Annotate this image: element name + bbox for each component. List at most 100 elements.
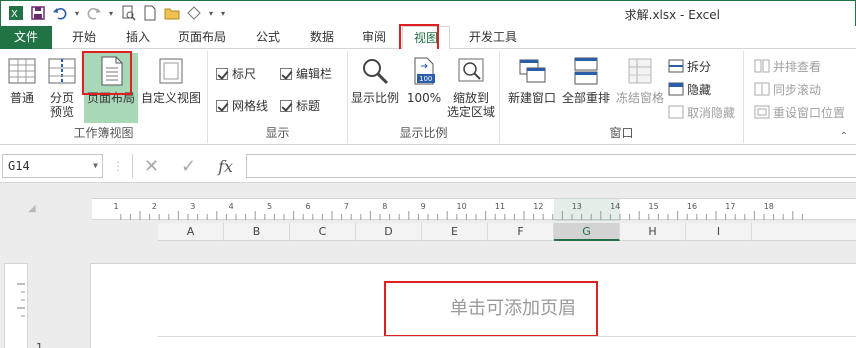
- sync-scroll-icon: [754, 82, 770, 96]
- formula-bar: G14 ▼ ⋮ ✕ ✓ fx: [0, 151, 856, 181]
- collapse-ribbon-icon[interactable]: ⌃: [840, 131, 848, 142]
- column-headers: ABCDEFGHI: [158, 223, 856, 241]
- vertical-ruler: [4, 263, 28, 348]
- ruler-number: 8: [382, 202, 387, 211]
- formula-bar-checkbox[interactable]: 编辑栏: [280, 65, 332, 82]
- insert-function-icon[interactable]: fx: [218, 157, 233, 176]
- group-label-zoom: 显示比例: [399, 126, 448, 140]
- name-box[interactable]: G14 ▼: [2, 154, 103, 178]
- tab-formulas[interactable]: 公式: [246, 26, 290, 49]
- freeze-panes-button[interactable]: 冻结窗格: [614, 53, 666, 105]
- zoom-100-button[interactable]: 100 100%: [406, 53, 442, 105]
- unhide-button[interactable]: 取消隐藏: [668, 103, 735, 121]
- column-header-h[interactable]: H: [620, 223, 686, 241]
- column-header-a[interactable]: A: [158, 223, 224, 241]
- ruler-ticks: 1 2 3 4 5 6 7 8 9 10 11 12 13 14 15 16 17 18: [113, 199, 803, 221]
- svg-text:100: 100: [419, 75, 432, 83]
- grid-row-1[interactable]: [158, 336, 856, 348]
- formula-bar-check-icon: [280, 67, 292, 80]
- headings-checkbox[interactable]: 标题: [280, 97, 320, 114]
- group-label-show: 显示: [265, 126, 290, 140]
- select-all-corner-icon[interactable]: ◢: [28, 203, 36, 214]
- headings-check-icon: [280, 99, 292, 112]
- custom-views-button[interactable]: 自定义视图: [140, 53, 202, 105]
- ruler-number: 7: [344, 202, 349, 211]
- page-break-preview-icon: [45, 53, 79, 89]
- page-layout-view-button[interactable]: 页面布局: [84, 53, 138, 123]
- vertical-ruler-ticks: [17, 283, 25, 317]
- new-window-button[interactable]: 新建窗口: [506, 53, 558, 105]
- ruler-number: 5: [267, 202, 272, 211]
- window-title: 求解.xlsx - Excel: [624, 8, 720, 22]
- header-placeholder[interactable]: 单击可添加页眉: [393, 294, 633, 320]
- zoom-selection-icon: [454, 53, 488, 89]
- gridlines-checkbox[interactable]: 网格线: [216, 97, 268, 114]
- tab-file[interactable]: 文件: [0, 26, 52, 49]
- column-header-e[interactable]: E: [422, 223, 488, 241]
- magnifier-icon: [358, 53, 392, 89]
- formula-bar-grip-icon[interactable]: ⋮: [112, 159, 124, 173]
- zoom-100-icon: 100: [407, 53, 441, 89]
- tab-view[interactable]: 视图: [402, 26, 450, 50]
- side-by-side-icon: [754, 59, 770, 73]
- ruler-number: 12: [533, 202, 543, 211]
- row-header-1[interactable]: 1: [36, 341, 43, 348]
- ruler-number: 1: [113, 202, 118, 211]
- ribbon-tabs: 文件 开始 插入 页面布局 公式 数据 审阅 视图 开发工具: [0, 26, 856, 50]
- page-layout-icon: [94, 53, 128, 89]
- group-show: 标尺 编辑栏 网格线 标题 显示: [208, 51, 348, 143]
- tab-home[interactable]: 开始: [62, 26, 106, 49]
- page-break-preview-button[interactable]: 分页 预览: [44, 53, 80, 119]
- tab-insert[interactable]: 插入: [116, 26, 160, 49]
- ruler-number: 16: [687, 202, 697, 211]
- split-button[interactable]: 拆分: [668, 57, 711, 75]
- zoom-button[interactable]: 显示比例: [350, 53, 400, 105]
- column-header-i[interactable]: I: [686, 223, 752, 241]
- ruler-number: 2: [152, 202, 157, 211]
- normal-view-icon: [5, 53, 39, 89]
- horizontal-ruler: 1 2 3 4 5 6 7 8 9 10 11 12 13 14 15 16 17 18: [92, 198, 856, 221]
- column-header-d[interactable]: D: [356, 223, 422, 241]
- group-label-window: 窗口: [609, 126, 634, 140]
- tab-page-layout[interactable]: 页面布局: [170, 26, 234, 49]
- tab-review[interactable]: 审阅: [352, 26, 396, 49]
- arrange-all-icon: [569, 53, 603, 89]
- synchronous-scrolling-button[interactable]: 同步滚动: [754, 80, 821, 98]
- ruler-number: 9: [421, 202, 426, 211]
- tab-data[interactable]: 数据: [300, 26, 344, 49]
- column-header-g[interactable]: G: [554, 223, 620, 241]
- tab-developer[interactable]: 开发工具: [460, 26, 526, 49]
- formula-input[interactable]: [246, 154, 856, 178]
- column-header-b[interactable]: B: [224, 223, 290, 241]
- column-header-f[interactable]: F: [488, 223, 554, 241]
- ruler-number: 3: [190, 202, 195, 211]
- hide-icon: [668, 82, 684, 96]
- ruler-checkbox[interactable]: 标尺: [216, 65, 256, 82]
- cancel-icon[interactable]: ✕: [144, 156, 159, 177]
- ruler-check-icon: [216, 67, 228, 80]
- reset-window-position-button[interactable]: 重设窗口位置: [754, 103, 845, 121]
- group-zoom: 显示比例 100 100% 缩放到 选定区域 显示比例: [348, 51, 500, 143]
- split-icon: [668, 59, 684, 73]
- formula-buttons: ✕ ✓ fx: [132, 154, 244, 178]
- group-window-side: 并排查看 同步滚动 重设窗口位置: [744, 51, 856, 143]
- view-side-by-side-button[interactable]: 并排查看: [754, 57, 821, 75]
- gridlines-check-icon: [216, 99, 228, 112]
- ruler-number: 10: [457, 202, 467, 211]
- ruler-number: 13: [572, 202, 582, 211]
- new-window-icon: [515, 53, 549, 89]
- normal-view-button[interactable]: 普通: [4, 53, 40, 105]
- group-label-workbook-views: 工作簿视图: [73, 126, 134, 140]
- hide-button[interactable]: 隐藏: [668, 80, 711, 98]
- enter-icon[interactable]: ✓: [181, 156, 196, 177]
- group-window: 新建窗口 全部重排 冻结窗格 拆分 隐藏 取消隐藏 窗口: [500, 51, 744, 143]
- zoom-to-selection-button[interactable]: 缩放到 选定区域: [446, 53, 496, 119]
- ruler-number: 6: [305, 202, 310, 211]
- ruler-number: 17: [725, 202, 735, 211]
- ribbon: 普通 分页 预览 页面布局 自定义视图 工作簿视图 标尺 编辑栏 网格线 标题 …: [0, 49, 856, 145]
- ruler-number: 11: [495, 202, 505, 211]
- arrange-all-button[interactable]: 全部重排: [560, 53, 612, 105]
- group-workbook-views: 普通 分页 预览 页面布局 自定义视图 工作簿视图: [0, 51, 208, 143]
- name-box-dropdown-icon[interactable]: ▼: [93, 155, 98, 177]
- column-header-c[interactable]: C: [290, 223, 356, 241]
